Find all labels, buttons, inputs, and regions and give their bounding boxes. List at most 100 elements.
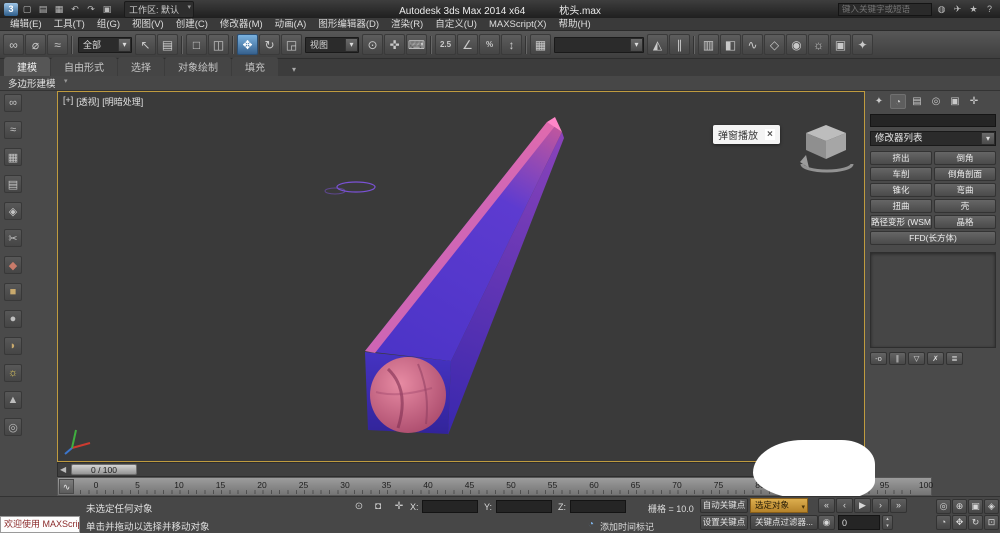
left-dock-sphere-icon[interactable]: ● [4,310,22,328]
modifier-button[interactable]: FFD(长方体) [870,231,996,245]
viewport-shading-label[interactable]: [明暗处理] [102,95,143,108]
modifier-button[interactable]: 挤出 [870,151,932,165]
menu-item[interactable]: MAXScript(X) [483,18,553,31]
spinner-snap-icon[interactable]: ↕ [501,34,522,55]
graphite-modeling-tools-icon[interactable]: ◧ [720,34,741,55]
popup-play-label[interactable]: 弹窗播放 [718,127,758,142]
left-dock-light-icon[interactable]: ☼ [4,364,22,382]
modifier-list-dropdown[interactable]: 修改器列表 [870,131,996,146]
menu-item[interactable]: 图形编辑器(D) [312,18,385,31]
material-editor-icon[interactable]: ◉ [786,34,807,55]
edit-named-selection-sets-icon[interactable]: ▦ [530,34,551,55]
tab-hierarchy[interactable]: ▤ [909,94,925,109]
left-dock-list-icon[interactable]: ▤ [4,175,22,193]
menu-item[interactable]: 动画(A) [269,18,313,31]
select-and-scale-icon[interactable]: ◲ [281,34,302,55]
viewport-canvas[interactable] [58,92,864,461]
modifier-button[interactable]: 倒角 [934,151,996,165]
ribbon-tab[interactable]: 选择 [118,57,164,76]
time-slider-handle[interactable]: 0 / 100 [71,464,137,475]
maxscript-mini-listener[interactable]: 欢迎使用 MAXScript [0,516,80,533]
current-frame-field[interactable] [838,515,880,530]
select-by-name-icon[interactable]: ▤ [157,34,178,55]
layer-manager-icon[interactable]: ▥ [698,34,719,55]
left-dock-link-icon[interactable]: ∞ [4,94,22,112]
time-tag-icon[interactable]: ◔ [584,518,598,532]
menu-item[interactable]: 视图(V) [126,18,170,31]
tab-modify[interactable]: ◔ [890,94,906,109]
select-and-link-icon[interactable]: ∞ [3,34,24,55]
tab-display[interactable]: ▣ [947,94,963,109]
modifier-button[interactable]: 晶格 [934,215,996,229]
menu-item[interactable]: 编辑(E) [4,18,48,31]
ribbon-tab[interactable]: 自由形式 [51,57,117,76]
modifier-button[interactable]: 路径变形 (WSM) [870,215,932,229]
pillow-loft-object[interactable] [365,117,564,435]
modifier-button[interactable]: 锥化 [870,183,932,197]
modifier-button[interactable]: 壳 [934,199,996,213]
selected-set-dropdown[interactable]: 选定对象 [750,498,808,514]
spinner-up-icon[interactable]: ▴ [883,516,892,523]
show-end-result-icon[interactable]: ∥ [889,352,906,365]
menu-item[interactable]: 帮助(H) [552,18,596,31]
select-object-icon[interactable]: ↖ [135,34,156,55]
time-slider[interactable]: ◀ 0 / 100 [57,462,865,477]
left-dock-teapot-icon[interactable]: ◗ [4,337,22,355]
zoom-extents-icon[interactable]: ▣ [968,499,983,514]
reference-coordinate-system-dropdown[interactable]: 视图 [305,36,359,53]
ribbon-minimize-icon[interactable]: ▾ [287,63,301,76]
keyboard-shortcut-override-icon[interactable]: ⌨ [406,34,427,55]
percent-snap-icon[interactable]: % [479,34,500,55]
favorites-icon[interactable]: ★ [967,4,980,15]
selection-filter-dropdown[interactable]: 全部 [78,36,132,53]
schematic-view-icon[interactable]: ◇ [764,34,785,55]
menu-item[interactable]: 组(G) [91,18,126,31]
snaps-toggle-icon[interactable]: 2.5 [435,34,456,55]
tab-utilities[interactable]: ✛ [966,94,982,109]
pin-stack-icon[interactable]: -o [870,352,887,365]
tab-motion[interactable]: ◎ [928,94,944,109]
zoom-all-icon[interactable]: ⊕ [952,499,967,514]
undo-icon[interactable]: ↶ [68,3,82,16]
left-dock-grid-icon[interactable]: ▦ [4,148,22,166]
polygon-modeling-panel-label[interactable]: 多边形建模 [8,76,68,90]
orbit-icon[interactable]: ↻ [968,515,983,530]
new-scene-icon[interactable]: ▢ [20,3,34,16]
viewport-view-label[interactable]: [透视] [76,95,99,108]
left-dock-cone-icon[interactable]: ▲ [4,391,22,409]
rendered-frame-window-icon[interactable]: ▣ [830,34,851,55]
ribbon-tab[interactable]: 填充 [232,57,278,76]
object-name-field[interactable] [870,114,996,127]
maximize-viewport-toggle-icon[interactable]: ⊡ [984,515,999,530]
left-dock-shape-icon[interactable]: ◈ [4,202,22,220]
viewport-menu-plus[interactable]: [+] [63,95,73,108]
mini-curve-editor-icon[interactable]: ∿ [59,479,74,494]
select-and-move-icon[interactable]: ✥ [237,34,258,55]
help-icon[interactable]: ? [983,4,996,15]
previous-frame-button[interactable]: ‹ [836,498,853,513]
left-dock-marker-icon[interactable]: ◆ [4,256,22,274]
search-input[interactable] [838,2,932,16]
menu-item[interactable]: 创建(C) [170,18,214,31]
project-folder-icon[interactable]: ▣ [100,3,114,16]
z-coordinate-field[interactable] [570,500,626,513]
popup-close-icon[interactable]: × [765,129,775,140]
modifier-stack-list[interactable] [870,252,996,348]
time-slider-left-nub[interactable]: ◀ [60,465,66,474]
modifier-button[interactable]: 扭曲 [870,199,932,213]
communication-center-icon[interactable]: ✈ [951,4,964,15]
y-coordinate-field[interactable] [496,500,552,513]
left-dock-cut-icon[interactable]: ✂ [4,229,22,247]
modifier-button[interactable]: 弯曲 [934,183,996,197]
named-selection-sets-dropdown[interactable] [554,36,644,53]
play-animation-button[interactable]: ▶ [854,498,871,513]
isolate-selection-toggle-icon[interactable]: ⊙ [352,500,366,514]
menu-item[interactable]: 渲染(R) [385,18,429,31]
popup-play-overlay[interactable]: 弹窗播放 × [713,125,780,144]
use-pivot-point-center-icon[interactable]: ⊙ [362,34,383,55]
absolute-mode-toggle-icon[interactable]: ✛ [392,500,406,514]
field-of-view-icon[interactable]: ◔ [936,515,951,530]
render-production-icon[interactable]: ✦ [852,34,873,55]
search-go-icon[interactable]: ◍ [935,4,948,15]
remove-modifier-icon[interactable]: ✗ [927,352,944,365]
